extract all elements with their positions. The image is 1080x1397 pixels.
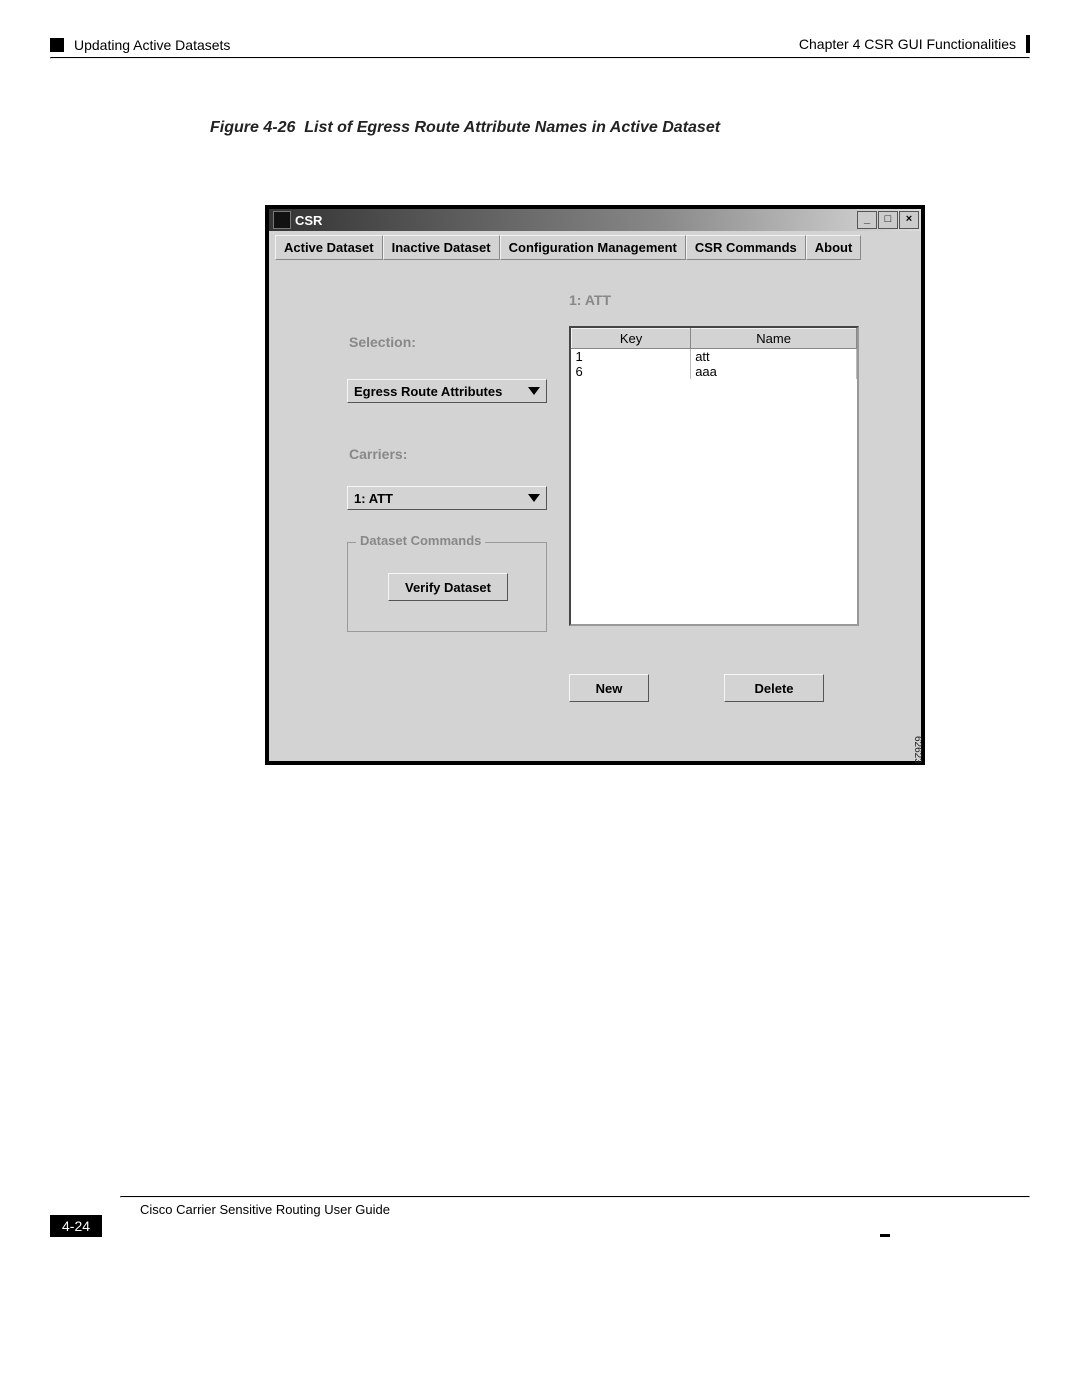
corner-tick [880, 1234, 890, 1237]
carriers-combo-value: 1: ATT [354, 491, 393, 506]
cell-key: 6 [572, 364, 691, 379]
selection-combo[interactable]: Egress Route Attributes [347, 379, 547, 403]
footer-guide: Cisco Carrier Sensitive Routing User Gui… [140, 1202, 1030, 1217]
app-title: CSR [295, 213, 322, 228]
label-selection: Selection: [349, 334, 416, 350]
delete-button[interactable]: Delete [724, 674, 824, 702]
table-row[interactable]: 1 att [572, 349, 857, 365]
dataset-commands-group: Dataset Commands Verify Dataset [347, 542, 547, 632]
menu-inactive-dataset[interactable]: Inactive Dataset [383, 235, 500, 260]
maximize-button[interactable]: □ [878, 211, 898, 229]
table-row[interactable]: 6 aaa [572, 364, 857, 379]
page-number: 4-24 [50, 1215, 102, 1237]
cell-name: att [691, 349, 857, 365]
verify-dataset-button[interactable]: Verify Dataset [388, 573, 508, 601]
dataset-commands-legend: Dataset Commands [356, 533, 485, 548]
menu-csr-commands[interactable]: CSR Commands [686, 235, 806, 260]
menu-active-dataset[interactable]: Active Dataset [275, 235, 383, 260]
selection-combo-value: Egress Route Attributes [354, 384, 502, 399]
carriers-combo[interactable]: 1: ATT [347, 486, 547, 510]
header-chapter: Chapter 4 CSR GUI Functionalities [799, 35, 1030, 53]
chevron-down-icon [528, 387, 540, 395]
header-marker [50, 38, 64, 52]
cell-name: aaa [691, 364, 857, 379]
chevron-down-icon [528, 494, 540, 502]
new-button[interactable]: New [569, 674, 649, 702]
menu-config-mgmt[interactable]: Configuration Management [500, 235, 686, 260]
attributes-table[interactable]: Key Name 1 att 6 aaa [569, 326, 859, 626]
app-icon [273, 211, 291, 229]
col-name[interactable]: Name [691, 329, 857, 349]
figure-image-id: 62623 [912, 736, 923, 764]
header-section: Updating Active Datasets [74, 37, 230, 53]
figure-title: List of Egress Route Attribute Names in … [304, 119, 720, 136]
figure-caption: Figure 4-26 List of Egress Route Attribu… [210, 119, 1030, 137]
menu-about[interactable]: About [806, 235, 862, 260]
app-window: CSR _ □ × Active Dataset Inactive Datase… [265, 205, 925, 765]
menubar: Active Dataset Inactive Dataset Configur… [269, 231, 921, 264]
titlebar: CSR _ □ × [269, 209, 921, 231]
figure-label: Figure 4-26 [210, 119, 295, 136]
footer-rule [120, 1196, 1030, 1198]
close-button[interactable]: × [899, 211, 919, 229]
header-rule [50, 57, 1030, 59]
label-carriers: Carriers: [349, 446, 407, 462]
cell-key: 1 [572, 349, 691, 365]
section-title: 1: ATT [569, 292, 611, 308]
minimize-button[interactable]: _ [857, 211, 877, 229]
col-key[interactable]: Key [572, 329, 691, 349]
